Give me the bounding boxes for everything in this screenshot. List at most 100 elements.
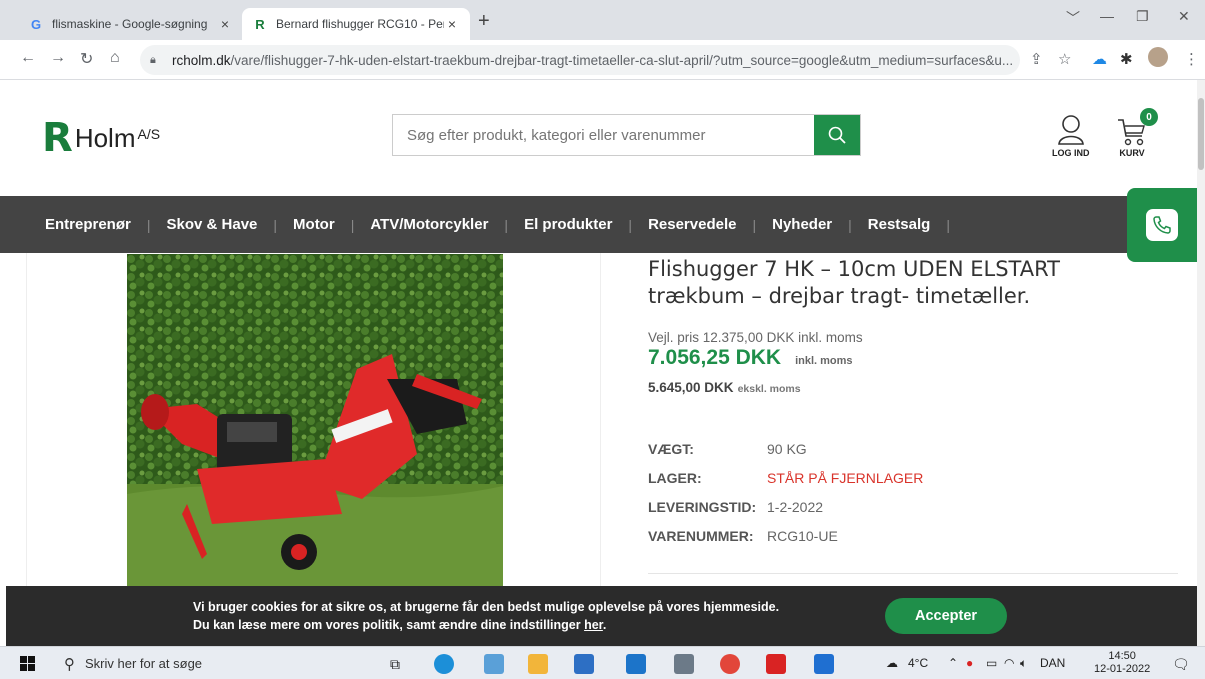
- windows-taskbar: ⚲ Skriv her for at søge ⧉ ☁ 4°C ⌃ ● ▭ ◠ …: [0, 646, 1205, 679]
- nav-separator: |: [504, 216, 509, 233]
- spec-key: VÆGT:: [648, 441, 694, 457]
- file-explorer-icon[interactable]: [528, 654, 548, 674]
- nav-item-restsalg[interactable]: Restsalg: [868, 216, 931, 233]
- cookie-text-line2: Du kan læse mere om vores politik, samt …: [193, 618, 606, 632]
- extensions-puzzle-icon[interactable]: ✱: [1120, 50, 1133, 68]
- taskbar-search-placeholder: Skriv her for at søge: [85, 656, 203, 671]
- price-incl-vat: 7.056,25 DKK inkl. moms: [648, 346, 853, 370]
- reload-icon[interactable]: ↻: [80, 49, 93, 69]
- clock[interactable]: 14:50 12-01-2022: [1094, 650, 1150, 676]
- accept-cookies-button[interactable]: Accepter: [885, 598, 1007, 634]
- scrollbar-thumb[interactable]: [1198, 98, 1204, 170]
- cookie-text: Du kan læse mere om vores politik, samt …: [193, 618, 581, 632]
- logo-text: Holm: [74, 122, 136, 153]
- page-scrollbar[interactable]: [1197, 80, 1205, 646]
- nav-separator: |: [752, 216, 757, 233]
- taskbar-search[interactable]: ⚲ Skriv her for at søge: [52, 647, 372, 679]
- weather-icon[interactable]: ☁: [886, 656, 898, 670]
- rcholm-favicon-icon: R: [255, 16, 265, 32]
- spec-value: 90 KG: [767, 441, 807, 457]
- browser-tab-bar: G flismaskine - Google-søgning × R Berna…: [0, 0, 1205, 40]
- close-tab-icon[interactable]: ×: [217, 16, 233, 32]
- photos-app-icon[interactable]: [484, 654, 504, 674]
- phone-icon: [1153, 216, 1171, 234]
- tab-title: Bernard flishugger RCG10 - Perfe: [276, 17, 444, 31]
- nav-item-entreprenor[interactable]: Entreprenør: [45, 216, 131, 233]
- phone-contact-button[interactable]: [1127, 188, 1197, 262]
- spec-row-delivery: LEVERINGSTID: 1-2-2022: [648, 499, 823, 515]
- product-image[interactable]: [127, 254, 503, 586]
- store-icon[interactable]: [574, 654, 594, 674]
- user-icon: [1057, 115, 1084, 145]
- login-label: LOG IND: [1052, 148, 1090, 158]
- nav-item-el-produkter[interactable]: El produkter: [524, 216, 612, 233]
- home-icon[interactable]: ⌂: [110, 49, 120, 67]
- nav-item-skov-have[interactable]: Skov & Have: [167, 216, 258, 233]
- whiteboard-icon[interactable]: [814, 654, 834, 674]
- login-link[interactable]: LOG IND: [1052, 114, 1090, 158]
- nav-item-motor[interactable]: Motor: [293, 216, 335, 233]
- price-excl-vat: 5.645,00 DKK ekskl. moms: [648, 380, 801, 395]
- cart-count-badge: 0: [1140, 108, 1158, 126]
- tab-google-search[interactable]: G flismaskine - Google-søgning ×: [18, 8, 243, 40]
- new-tab-button[interactable]: +: [478, 10, 490, 33]
- spec-row-weight: VÆGT: 90 KG: [648, 441, 807, 457]
- clock-date: 12-01-2022: [1094, 663, 1151, 675]
- mail-icon[interactable]: [626, 654, 646, 674]
- minimize-button[interactable]: —: [1100, 8, 1114, 24]
- language-indicator[interactable]: DAN: [1040, 656, 1065, 670]
- site-search: [392, 114, 861, 156]
- nav-item-atv-motorcykler[interactable]: ATV/Motorcykler: [370, 216, 488, 233]
- main-navigation: Entreprenør | Skov & Have | Motor | ATV/Mot…: [0, 196, 1205, 253]
- nav-item-nyheder[interactable]: Nyheder: [772, 216, 832, 233]
- logo-suffix: A/S: [137, 126, 161, 142]
- tab-title: flismaskine - Google-søgning: [52, 17, 208, 31]
- menu-icon[interactable]: ⋮: [1184, 50, 1199, 68]
- nav-separator: |: [848, 216, 852, 233]
- notification-icon[interactable]: 🗨︎: [1172, 656, 1190, 673]
- tab-bernard-flishugger[interactable]: R Bernard flishugger RCG10 - Perfe ×: [242, 8, 470, 40]
- price-ex-note: ekskl. moms: [737, 383, 801, 395]
- nav-separator: |: [350, 216, 355, 233]
- wifi-icon[interactable]: ◠: [1004, 656, 1014, 670]
- price-value: 7.056,25 DKK: [648, 346, 782, 369]
- nav-separator: |: [628, 216, 633, 233]
- cloud-extension-icon[interactable]: ☁: [1092, 50, 1107, 68]
- back-icon[interactable]: ←: [20, 49, 36, 67]
- nav-separator: |: [273, 216, 278, 233]
- edge-icon[interactable]: [434, 654, 454, 674]
- task-view-icon[interactable]: ⧉: [390, 656, 400, 673]
- spec-key: LAGER:: [648, 470, 702, 486]
- search-icon: [828, 126, 846, 144]
- app-icon[interactable]: [766, 654, 786, 674]
- url-host: rcholm.dk: [172, 52, 231, 68]
- chrome-icon[interactable]: [720, 654, 740, 674]
- divider: [648, 573, 1178, 574]
- volume-icon[interactable]: 🔈︎: [1020, 656, 1027, 671]
- bookmark-star-icon[interactable]: ☆: [1058, 50, 1071, 68]
- tray-app-icon[interactable]: ●: [966, 656, 973, 670]
- close-tab-icon[interactable]: ×: [444, 16, 460, 32]
- tab-search-icon[interactable]: ﹀: [1066, 8, 1080, 28]
- google-icon: G: [30, 16, 42, 32]
- tray-chevron-icon[interactable]: ⌃: [948, 656, 958, 670]
- weather-temp[interactable]: 4°C: [908, 656, 928, 670]
- nav-item-reservedele[interactable]: Reservedele: [648, 216, 736, 233]
- search-button[interactable]: [814, 115, 860, 155]
- share-icon[interactable]: ⇪: [1030, 50, 1043, 68]
- windows-start-icon[interactable]: [20, 656, 36, 672]
- profile-avatar[interactable]: [1148, 47, 1168, 67]
- product-title: Flishugger 7 HK – 10cm UDEN ELSTART træk…: [648, 257, 1060, 308]
- forward-icon[interactable]: →: [50, 49, 66, 67]
- search-input[interactable]: [393, 115, 814, 155]
- restore-button[interactable]: ❐: [1136, 8, 1149, 25]
- url-bar[interactable]: 🔒︎ rcholm.dk/vare/flishugger-7-hk-uden-e…: [140, 45, 1020, 75]
- spec-row-item-number: VARENUMMER: RCG10-UE: [648, 528, 838, 544]
- cookie-policy-link[interactable]: her: [584, 618, 603, 632]
- site-logo[interactable]: R Holm A/S: [42, 118, 160, 158]
- battery-icon[interactable]: ▭: [986, 656, 997, 670]
- calculator-icon[interactable]: [674, 654, 694, 674]
- search-icon: ⚲: [64, 655, 75, 673]
- cookie-text-line1: Vi bruger cookies for at sikre os, at br…: [193, 600, 780, 614]
- close-window-button[interactable]: ✕: [1178, 8, 1190, 25]
